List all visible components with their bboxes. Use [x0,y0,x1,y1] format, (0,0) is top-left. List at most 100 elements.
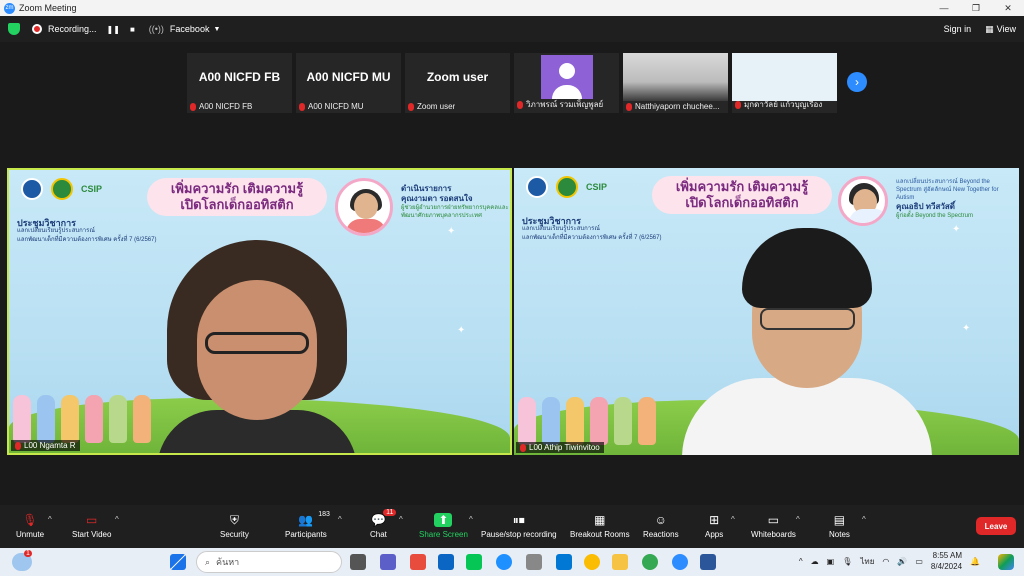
speaker-info: แลกเปลี่ยนประสบการณ์ Beyond the Spectrum… [896,178,1016,220]
notes-label: Notes [829,530,850,539]
pause-recording-icon[interactable]: ❚❚ [107,25,120,34]
store-icon[interactable] [556,554,572,570]
chat-chevron-icon[interactable]: ^ [399,515,403,524]
share-screen-icon: ⬆ [434,513,453,527]
university-logo-icon [526,176,548,198]
mic-off-icon [408,102,414,111]
video-tile[interactable]: CSIP เพิ่มความรัก เติมความรู้ เปิดโลกเด็… [514,168,1019,455]
minimize-button[interactable]: — [928,0,960,16]
start-video-button[interactable]: ▭ Start Video [72,513,111,539]
mic-off-icon [517,100,523,109]
participant-caption: Zoom user [417,102,456,111]
shield-icon: ⛨ [229,512,239,527]
edge-icon[interactable] [496,554,512,570]
next-page-button[interactable]: › [847,72,867,92]
whiteboards-chevron-icon[interactable]: ^ [796,515,800,524]
participant-thumb[interactable]: Zoom user Zoom user [405,53,510,113]
notifications-bell-icon[interactable]: 🔔 [970,557,980,566]
close-window-button[interactable]: ✕ [992,0,1024,16]
reactions-button[interactable]: ☺ Reactions [643,513,679,539]
start-video-label: Start Video [72,530,112,539]
tray-chevron-icon[interactable]: ^ [799,557,803,566]
wifi-icon[interactable]: ◠ [882,557,889,566]
livestream-facebook[interactable]: ((•)) Facebook ▼ [149,24,221,34]
line-icon[interactable] [466,554,482,570]
volume-icon[interactable]: 🔊 [897,557,907,566]
view-button[interactable]: ▦ View [985,24,1016,35]
grid-icon: ▦ [594,513,606,527]
word-icon[interactable] [700,554,716,570]
unmute-button[interactable]: 🎙 Unmute [16,513,44,539]
weather-icon[interactable]: 1 [12,550,32,571]
apps-label: Apps [705,530,724,539]
app-tray-icon[interactable]: ▣ [827,557,835,566]
participant-thumb[interactable]: Natthiyaporn chuchee... [623,53,728,113]
audio-options-chevron-icon[interactable]: ^ [48,515,52,524]
meeting-subtitle-line-2: แลกพัฒนาเด็กที่มีความต้องการพิเศษ ครั้งท… [522,235,662,241]
participant-thumb[interactable]: A00 NICFD FB A00 NICFD FB [187,53,292,113]
leave-button[interactable]: Leave [976,517,1016,535]
chat-button[interactable]: 💬 11 Chat [370,509,397,539]
participant-video [623,53,728,101]
institute-logo-icon [556,176,578,198]
notes-button[interactable]: ▤ Notes [829,513,850,539]
notes-icon: ▤ [833,513,846,527]
copilot-icon[interactable] [998,554,1014,570]
task-view-icon[interactable] [350,554,366,570]
share-screen-button[interactable]: ⬆ Share Screen [419,513,468,539]
speaker-info: ดำเนินรายการ คุณงามตา รอดสนใจ ผู้ช่วยผู้… [401,184,510,220]
meeting-controls: 🎙 Unmute ^ ▭ Start Video ^ ⛨ Security 👥 1… [0,505,1024,548]
speaker-description: ผู้ช่วยผู้อำนวยการฝ่ายทรัพยากรบุคคลและพั… [401,205,509,219]
mic-off-icon [190,102,196,111]
mic-off-icon [520,443,526,452]
participant-thumb[interactable]: A00 NICFD MU A00 NICFD MU [296,53,401,113]
clock-date: 8/4/2024 [930,562,963,571]
stop-recording-icon[interactable]: ■ [130,25,135,34]
participants-button[interactable]: 👥 183 Participants [285,511,330,539]
video-tile-active-speaker[interactable]: CSIP เพิ่มความรัก เติมความรู้ เปิดโลกเด็… [7,168,512,455]
sign-in-button[interactable]: Sign in [944,24,972,34]
battery-icon[interactable]: ▭ [915,557,923,566]
shield-icon[interactable] [8,23,20,35]
meeting-subtitle-line-2: แลกพัฒนาเด็กที่มีความต้องการพิเศษ ครั้งท… [17,237,157,243]
participant-thumb[interactable]: วิภาพรณ์ รวมเพ็ญพูลย์ [514,53,619,113]
app-icon[interactable] [410,554,426,570]
breakout-rooms-button[interactable]: ▦ Breakout Rooms [570,513,630,539]
share-screen-label: Share Screen [419,530,468,539]
teams-icon[interactable] [380,554,396,570]
pause-stop-recording-button[interactable]: ⏸⏹ Pause/stop recording [481,513,557,540]
share-chevron-icon[interactable]: ^ [469,515,473,524]
participants-chevron-icon[interactable]: ^ [338,515,342,524]
language-indicator[interactable]: ไทย [860,555,874,568]
zoom-taskbar-icon[interactable] [672,554,688,570]
windows-start-icon[interactable] [170,554,186,570]
meeting-subtitle-line-1: แลกเปลี่ยนเรียนรู้ประสบการณ์ [522,226,600,232]
video-options-chevron-icon[interactable]: ^ [115,515,119,524]
cloud-icon[interactable]: ☁ [811,557,819,566]
security-button[interactable]: ⛨ Security [220,512,249,540]
recording-indicator: Recording... ❚❚ ■ [32,24,135,34]
apps-icon: ⊞ [709,513,720,527]
maximize-button[interactable]: ❐ [960,0,992,16]
participant-thumb[interactable]: มุกดาวัลย์ แก้วบุญเรือง [732,53,837,113]
people-icon: 👥 183 [298,511,330,527]
notes-chevron-icon[interactable]: ^ [862,515,866,524]
whiteboards-button[interactable]: ▭ Whiteboards [751,513,796,539]
chrome-icon[interactable] [584,554,600,570]
calculator-icon[interactable] [526,554,542,570]
outlook-icon[interactable] [438,554,454,570]
speaker-portrait [838,176,888,226]
organization-logos: CSIP [526,176,607,198]
chrome-profile-icon[interactable] [642,554,658,570]
taskbar-search-input[interactable]: ⌕ ค้นหา [196,551,342,573]
participant-name: L00 Ngamta R [24,441,76,450]
participant-caption: วิภาพรณ์ รวมเพ็ญพูลย์ [526,100,604,109]
meeting-subtitle: แลกเปลี่ยนเรียนรู้ประสบการณ์ แลกพัฒนาเด็… [17,227,156,245]
apps-chevron-icon[interactable]: ^ [731,515,735,524]
security-label: Security [220,530,249,539]
file-explorer-icon[interactable] [612,554,628,570]
clock[interactable]: 8:55 AM 8/4/2024 [931,550,962,572]
institute-logo-icon [51,178,73,200]
apps-button[interactable]: ⊞ Apps [705,513,723,539]
mic-icon[interactable]: 🎙 [842,557,852,566]
